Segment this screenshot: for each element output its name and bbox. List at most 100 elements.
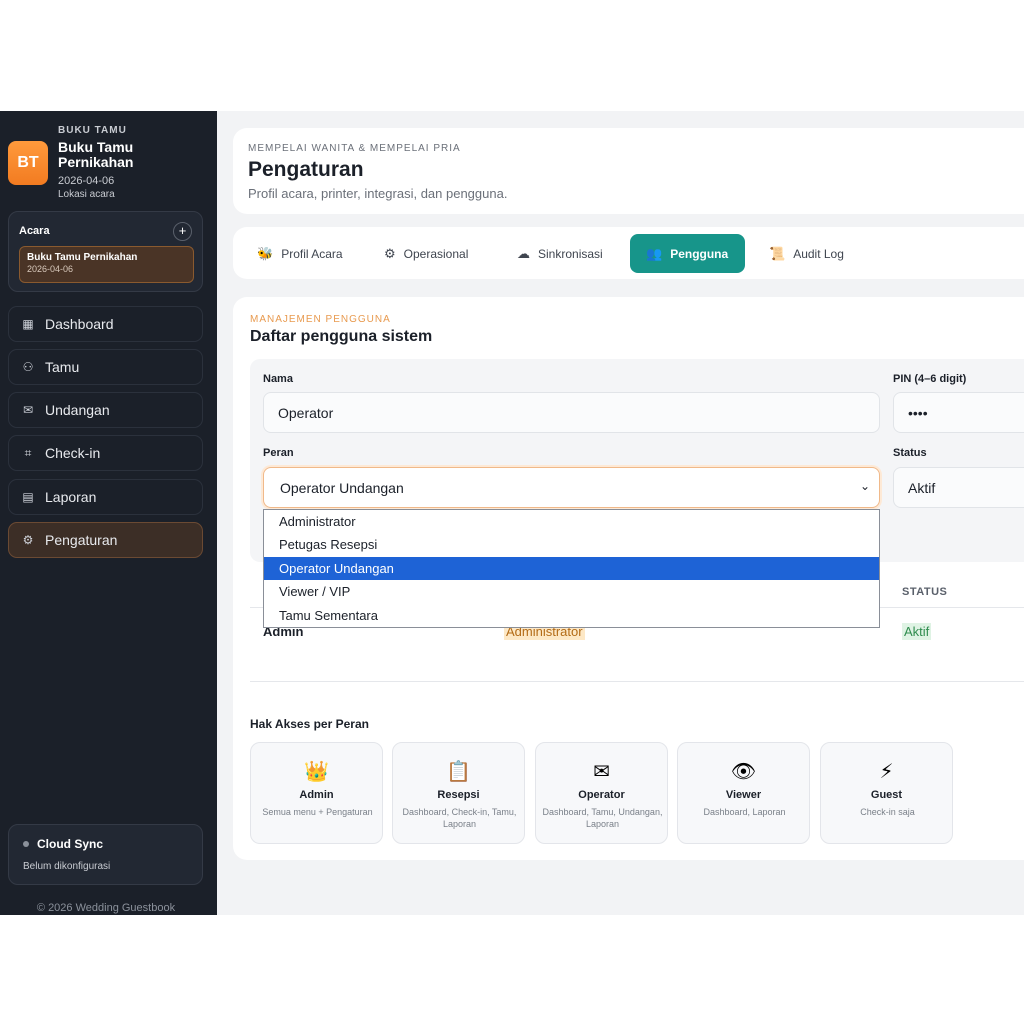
sidebar-item-laporan[interactable]: ▤ Laporan <box>8 479 203 515</box>
name-field-value: Operator <box>278 404 334 421</box>
tab-label: Pengguna <box>670 246 729 261</box>
sidebar-item-dashboard[interactable]: ▦ Dashboard <box>8 306 203 342</box>
cloud-icon: ☁ <box>517 245 530 261</box>
role-option-administrator[interactable]: Administrator <box>264 510 879 533</box>
tab-label: Audit Log <box>793 246 844 261</box>
status-select-value: Aktif <box>908 479 936 496</box>
tab-label: Operasional <box>403 246 469 261</box>
permission-role-desc: Dashboard, Laporan <box>703 807 786 817</box>
table-divider <box>250 681 1024 682</box>
scan-icon: ⌗ <box>24 445 32 460</box>
add-event-button[interactable]: + <box>173 222 192 241</box>
status-badge: Aktif <box>902 623 932 640</box>
sidebar: BT BUKU TAMU Buku Tamu Pernikahan 2026-0… <box>0 111 217 915</box>
pin-field[interactable]: •••• <box>893 392 1024 433</box>
copyright: © 2026 Wedding Guestbook <box>36 902 176 914</box>
tab-audit-log[interactable]: 📜 Audit Log <box>745 234 858 273</box>
name-label: Nama <box>263 373 293 385</box>
gear-icon: ⚙ <box>22 533 34 547</box>
event-section: Acara + Buku Tamu Pernikahan 2026-04-06 <box>8 211 203 292</box>
settings-tabs: 🐝 Profil Acara ⚙ Operasional ☁ Sinkronis… <box>233 227 1024 279</box>
chevron-down-icon: ⌄ <box>859 479 870 493</box>
permission-card-resepsi: 📋 Resepsi Dashboard, Check-in, Tamu, Lap… <box>392 742 525 844</box>
event-section-label: Acara <box>19 225 50 237</box>
event-item-name: Buku Tamu Pernikahan <box>27 252 138 263</box>
permission-card-viewer: 👁 Viewer Dashboard, Laporan <box>677 742 810 844</box>
permission-role-desc: Dashboard, Check-in, Tamu, Laporan <box>402 807 517 829</box>
sidebar-item-label: Undangan <box>45 402 110 418</box>
app-window: BT BUKU TAMU Buku Tamu Pernikahan 2026-0… <box>0 111 1024 915</box>
permission-role-desc: Dashboard, Tamu, Undangan, Laporan <box>542 807 663 829</box>
users-icon: 👥 <box>646 245 663 261</box>
permission-card-guest: ⚡ Guest Check-in saja <box>820 742 953 844</box>
sidebar-item-label: Check-in <box>45 445 101 461</box>
page-subtitle: Profil acara, printer, integrasi, dan pe… <box>248 186 508 201</box>
role-label: Peran <box>263 447 294 459</box>
document-icon: ▤ <box>22 490 34 504</box>
gear-icon: ⚙ <box>384 245 396 261</box>
permissions-title: Hak Akses per Peran <box>250 717 369 731</box>
tab-label: Sinkronisasi <box>538 246 603 261</box>
permission-card-operator: ✉ Operator Dashboard, Tamu, Undangan, La… <box>535 742 668 844</box>
status-label: Status <box>893 447 927 459</box>
envelope-icon: ✉ <box>593 761 610 783</box>
brand-date: 2026-04-06 <box>58 175 115 187</box>
lightning-icon: ⚡ <box>879 761 894 783</box>
permission-role-name: Operator <box>578 789 625 801</box>
brand-title: Buku Tamu Pernikahan <box>58 139 134 170</box>
permission-role-name: Viewer <box>725 789 762 801</box>
section-kicker: MANAJEMEN PENGGUNA <box>250 314 391 325</box>
pin-field-value: •••• <box>908 404 928 421</box>
clipboard-icon: 📋 <box>446 761 471 783</box>
sidebar-item-check-in[interactable]: ⌗ Check-in <box>8 435 203 471</box>
permission-role-name: Guest <box>870 789 903 801</box>
role-option-petugas-resepsi[interactable]: Petugas Resepsi <box>264 533 879 556</box>
tab-profil-acara[interactable]: 🐝 Profil Acara <box>233 234 357 273</box>
tab-label: Profil Acara <box>281 246 343 261</box>
sync-status-dot <box>23 841 29 847</box>
crown-icon: 👑 <box>304 761 329 783</box>
sidebar-item-label: Tamu <box>45 359 80 375</box>
brand-logo: BT <box>8 141 48 185</box>
bee-icon: 🐝 <box>257 245 274 261</box>
brand-kicker: BUKU TAMU <box>58 125 127 136</box>
scroll-icon: 📜 <box>769 245 786 261</box>
sidebar-item-pengaturan[interactable]: ⚙ Pengaturan <box>8 522 203 558</box>
role-select[interactable]: Operator Undangan ⌄ <box>263 467 880 508</box>
users-icon: ⚇ <box>22 360 34 374</box>
sidebar-item-label: Dashboard <box>45 316 114 332</box>
mail-icon: ✉ <box>22 403 34 417</box>
event-item-date: 2026-04-06 <box>27 264 74 274</box>
permission-role-name: Admin <box>299 789 334 801</box>
sidebar-item-label: Laporan <box>45 489 97 505</box>
cloud-sync-status: Belum dikonfigurasi <box>23 861 111 872</box>
cloud-sync-title: Cloud Sync <box>37 837 104 851</box>
name-field[interactable]: Operator <box>263 392 880 433</box>
status-column-header: STATUS <box>902 586 948 598</box>
role-option-operator-undangan[interactable]: Operator Undangan <box>264 557 879 580</box>
role-option-tamu-sementara[interactable]: Tamu Sementara <box>264 604 879 627</box>
section-title: Daftar pengguna sistem <box>250 328 433 345</box>
permission-card-admin: 👑 Admin Semua menu + Pengaturan <box>250 742 383 844</box>
page-title: Pengaturan <box>248 158 364 181</box>
couple-names: MEMPELAI WANITA & MEMPELAI PRIA <box>248 143 461 154</box>
pin-label: PIN (4–6 digit) <box>893 373 967 385</box>
role-dropdown-list: Administrator Petugas Resepsi Operator U… <box>263 509 880 628</box>
tab-operasional[interactable]: ⚙ Operasional <box>360 234 482 273</box>
sidebar-item-undangan[interactable]: ✉ Undangan <box>8 392 203 428</box>
page-header: MEMPELAI WANITA & MEMPELAI PRIA Pengatur… <box>233 128 1024 214</box>
cloud-sync-panel[interactable]: Cloud Sync Belum dikonfigurasi <box>8 824 203 885</box>
tab-pengguna[interactable]: 👥 Pengguna <box>630 234 745 273</box>
permission-role-name: Resepsi <box>437 789 480 801</box>
permission-role-desc: Check-in saja <box>860 807 915 817</box>
role-option-viewer-vip[interactable]: Viewer / VIP <box>264 580 879 603</box>
tab-sinkronisasi[interactable]: ☁ Sinkronisasi <box>493 234 617 273</box>
event-item[interactable]: Buku Tamu Pernikahan 2026-04-06 <box>19 246 194 283</box>
sidebar-item-label: Pengaturan <box>45 532 118 548</box>
brand-location: Lokasi acara <box>58 189 115 200</box>
status-select[interactable]: Aktif <box>893 467 1024 508</box>
sidebar-item-tamu[interactable]: ⚇ Tamu <box>8 349 203 385</box>
grid-icon: ▦ <box>22 317 34 331</box>
permission-role-desc: Semua menu + Pengaturan <box>262 807 373 817</box>
eye-icon: 👁 <box>730 761 757 783</box>
